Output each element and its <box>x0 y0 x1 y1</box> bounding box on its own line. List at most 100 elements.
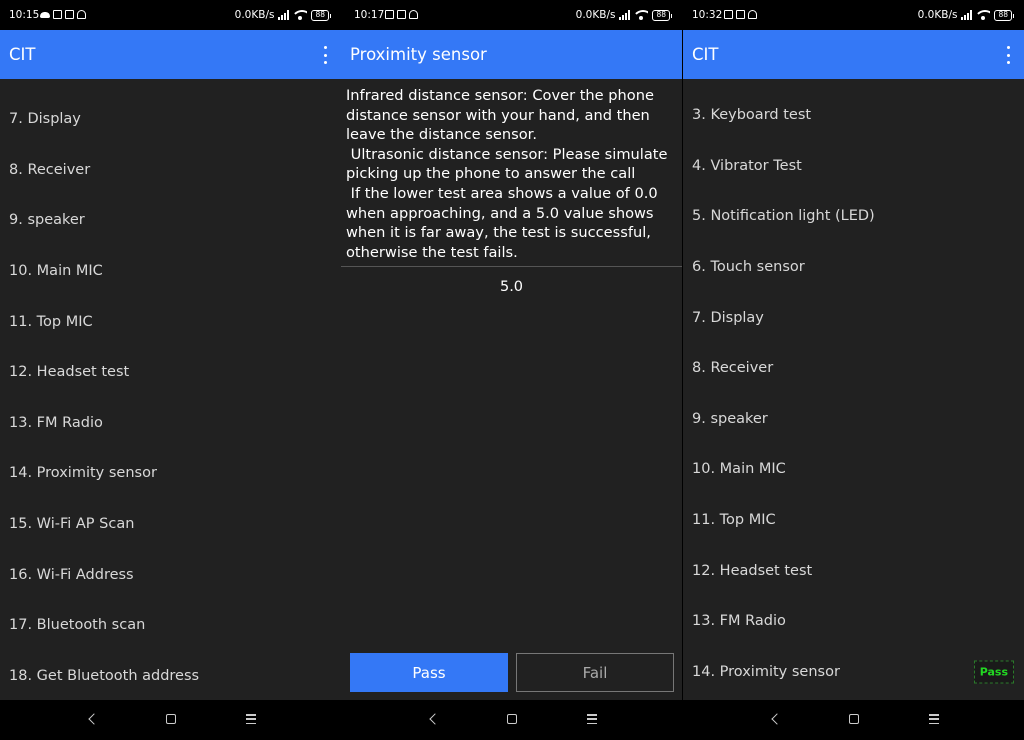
android-icon <box>748 10 757 19</box>
list-item[interactable]: 5. Notification light (LED) <box>683 191 1024 242</box>
list-item[interactable]: 7. Display <box>683 292 1024 343</box>
sim-icon <box>724 10 733 19</box>
list-item-label: 18. Get Bluetooth address <box>9 667 200 684</box>
list-item-label: 9. speaker <box>9 212 85 229</box>
list-item-label: 10. Main MIC <box>9 263 103 280</box>
list-item[interactable]: 17. Bluetooth scan <box>0 600 341 651</box>
list-item[interactable]: 11. Top MIC <box>0 296 341 347</box>
network-speed: 0.0KB/s <box>575 9 616 21</box>
status-time: 10:17 <box>354 9 385 21</box>
pass-status-badge: Pass <box>973 660 1014 684</box>
overflow-menu-icon[interactable] <box>323 46 327 64</box>
screenshot-icon <box>397 10 406 19</box>
list-item[interactable]: 9. speaker <box>683 394 1024 445</box>
list-item[interactable]: 11. Top MIC <box>683 495 1024 546</box>
back-icon[interactable] <box>88 713 100 725</box>
list-item[interactable]: 9. speaker <box>0 195 341 246</box>
list-item[interactable]: 16. Wi-Fi Address <box>0 549 341 600</box>
list-item-label: 6. Touch sensor <box>692 259 805 276</box>
list-item[interactable]: 13. FM Radio <box>0 398 341 449</box>
list-item[interactable]: 13. FM Radio <box>683 596 1024 647</box>
list-item[interactable]: 15. Wi-Fi AP Scan <box>0 499 341 550</box>
network-speed: 0.0KB/s <box>917 9 958 21</box>
list-item-label: 12. Headset test <box>692 562 813 579</box>
list-item-label: 15. Wi-Fi AP Scan <box>9 516 135 533</box>
signal-icon <box>961 10 973 20</box>
wifi-icon <box>634 10 649 20</box>
screenshot-icon <box>736 10 745 19</box>
notification-icons <box>724 10 757 19</box>
android-icon <box>409 10 418 19</box>
cit-list-screen-left: 10:15 0.0KB/s 88 CIT 7. Display 8. Receiv… <box>0 0 341 740</box>
notification-icons <box>40 10 86 19</box>
nav-bar <box>683 700 1024 740</box>
list-item-label: 12. Headset test <box>9 364 130 381</box>
proximity-sensor-screen: 10:17 0.0KB/s 88 Proximity sensor Infrar… <box>341 0 682 740</box>
status-time: 10:32 <box>692 9 723 21</box>
list-item-label: 9. speaker <box>692 410 768 427</box>
list-item-label: 13. FM Radio <box>9 414 103 431</box>
fail-button[interactable]: Fail <box>516 653 674 692</box>
list-item-label: 8. Receiver <box>9 161 91 178</box>
status-time: 10:15 <box>9 9 40 21</box>
home-icon[interactable] <box>507 714 517 724</box>
app-bar: Proximity sensor <box>341 30 682 79</box>
nav-bar <box>341 700 682 740</box>
battery-icon: 88 <box>652 9 672 21</box>
list-item[interactable]: 7. Display <box>0 94 341 145</box>
list-item-label: 7. Display <box>9 111 81 128</box>
back-icon[interactable] <box>771 713 783 725</box>
test-list[interactable]: 7. Display 8. Receiver 9. speaker 10. Main … <box>0 79 341 700</box>
wifi-icon <box>293 10 308 20</box>
screenshot-icon <box>65 10 74 19</box>
recents-icon[interactable] <box>929 714 939 724</box>
battery-icon: 88 <box>994 9 1014 21</box>
recents-icon[interactable] <box>587 714 597 724</box>
list-item-label: 3. Keyboard test <box>692 107 812 124</box>
list-item[interactable]: 8. Receiver <box>0 145 341 196</box>
wifi-icon <box>976 10 991 20</box>
sim-icon <box>53 10 62 19</box>
list-item-label: 5. Notification light (LED) <box>692 208 875 225</box>
home-icon[interactable] <box>849 714 859 724</box>
status-bar: 10:17 0.0KB/s 88 <box>341 0 682 30</box>
list-item-label: 10. Main MIC <box>692 461 786 478</box>
divider <box>341 266 682 267</box>
list-item[interactable]: 12. Headset test <box>0 347 341 398</box>
android-icon <box>77 10 86 19</box>
list-item[interactable]: 6. Touch sensor <box>683 242 1024 293</box>
status-bar: 10:32 0.0KB/s 88 <box>683 0 1024 30</box>
list-item-label: 14. Proximity sensor <box>692 663 840 680</box>
overflow-menu-icon[interactable] <box>1006 46 1010 64</box>
list-item-label: 11. Top MIC <box>9 313 93 330</box>
test-instructions: Infrared distance sensor: Cover the phon… <box>346 87 668 261</box>
list-item[interactable]: 3. Keyboard test <box>683 90 1024 141</box>
network-speed: 0.0KB/s <box>234 9 275 21</box>
list-item-label: 13. FM Radio <box>692 613 786 630</box>
test-list[interactable]: 3. Keyboard test 4. Vibrator Test 5. Notif… <box>683 79 1024 700</box>
cit-list-screen-right: 10:32 0.0KB/s 88 CIT 3. Keyboard test 4. … <box>683 0 1024 740</box>
list-item[interactable]: 4. Vibrator Test <box>683 141 1024 192</box>
cloud-icon <box>40 12 50 18</box>
app-title: CIT <box>692 45 719 64</box>
pass-button[interactable]: Pass <box>350 653 508 692</box>
back-icon[interactable] <box>429 713 441 725</box>
battery-icon: 88 <box>311 9 331 21</box>
home-icon[interactable] <box>166 714 176 724</box>
recents-icon[interactable] <box>246 714 256 724</box>
page-title: Proximity sensor <box>350 45 487 64</box>
list-item[interactable]: 18. Get Bluetooth address <box>0 651 341 700</box>
list-item-label: 14. Proximity sensor <box>9 465 157 482</box>
app-title: CIT <box>9 45 36 64</box>
list-item[interactable]: 12. Headset test <box>683 545 1024 596</box>
sim-icon <box>385 10 394 19</box>
list-item[interactable]: 8. Receiver <box>683 343 1024 394</box>
list-item[interactable]: 10. Main MIC <box>683 444 1024 495</box>
notification-icons <box>385 10 418 19</box>
signal-icon <box>619 10 631 20</box>
list-item[interactable]: 14. Proximity sensor Pass <box>683 647 1024 698</box>
sensor-value: 5.0 <box>499 279 524 295</box>
list-item[interactable]: 14. Proximity sensor <box>0 448 341 499</box>
list-item-label: 17. Bluetooth scan <box>9 617 146 634</box>
list-item[interactable]: 10. Main MIC <box>0 246 341 297</box>
